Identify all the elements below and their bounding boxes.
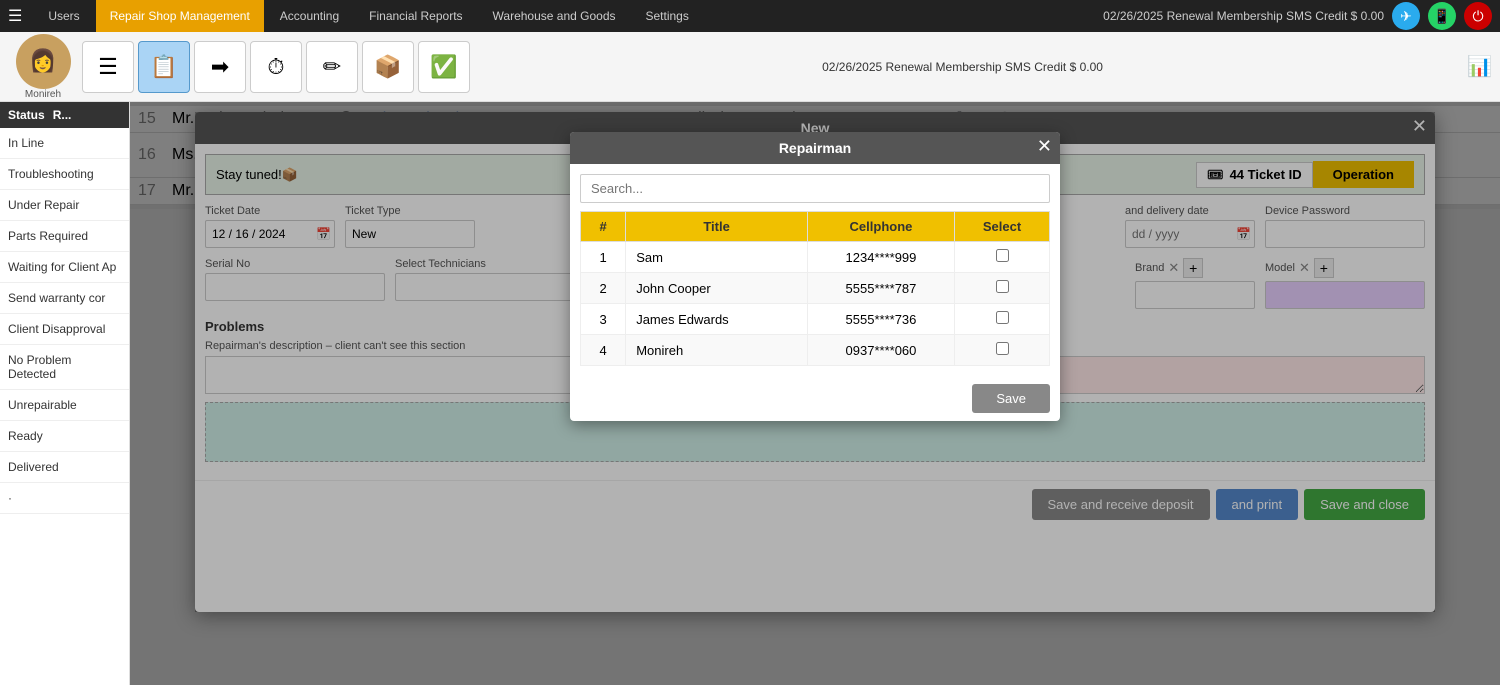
repairman-row-1[interactable]: 1 Sam 1234****999 bbox=[581, 242, 1050, 273]
repairman-select-3[interactable] bbox=[955, 304, 1050, 335]
repairman-dialog-body: # Title Cellphone Select 1 Sam 1234****9… bbox=[570, 164, 1060, 376]
repairman-row-4[interactable]: 4 Monireh 0937****060 bbox=[581, 335, 1050, 366]
sidebar-item-under-repair[interactable]: Under Repair bbox=[0, 190, 129, 221]
main-modal-overlay: New ✕ Stay tuned! 📦 🎟 44 Ticket ID bbox=[130, 102, 1500, 685]
repairman-select-4[interactable] bbox=[955, 335, 1050, 366]
repairman-cell-4: 0937****060 bbox=[807, 335, 954, 366]
repairman-checkbox-3[interactable] bbox=[996, 311, 1009, 324]
repairman-table: # Title Cellphone Select 1 Sam 1234****9… bbox=[580, 211, 1050, 366]
repairman-title-2: John Cooper bbox=[626, 273, 808, 304]
toolbar-btn-0[interactable]: ☰ bbox=[82, 41, 134, 93]
toolbar-btn-1[interactable]: 📋 bbox=[138, 41, 190, 93]
repairman-row-2[interactable]: 2 John Cooper 5555****787 bbox=[581, 273, 1050, 304]
content-area: 15 Mr. Robert Clark 💬 🖨 insert invoice 5… bbox=[130, 102, 1500, 685]
repair-label: R... bbox=[53, 108, 72, 122]
repairman-select-2[interactable] bbox=[955, 273, 1050, 304]
nav-item-settings[interactable]: Settings bbox=[632, 0, 703, 32]
repairman-title-4: Monireh bbox=[626, 335, 808, 366]
repairman-table-head: # Title Cellphone Select bbox=[581, 212, 1050, 242]
sidebar-item-waiting-for-client-ap[interactable]: Waiting for Client Ap bbox=[0, 252, 129, 283]
repairman-cell-2: 5555****787 bbox=[807, 273, 954, 304]
main-area: Status R... In LineTroubleshootingUnder … bbox=[0, 102, 1500, 685]
username-label: Monireh bbox=[25, 89, 61, 100]
nav-items: UsersRepair Shop ManagementAccountingFin… bbox=[34, 0, 703, 32]
sidebar-item-no-problem-detected[interactable]: No Problem Detected bbox=[0, 345, 129, 390]
avatar-wrap: 👩 Monireh bbox=[8, 32, 78, 102]
top-navigation: ☰ UsersRepair Shop ManagementAccountingF… bbox=[0, 0, 1500, 32]
sidebar-item-in-line[interactable]: In Line bbox=[0, 128, 129, 159]
repairman-dialog-close-button[interactable]: ✕ bbox=[1037, 136, 1052, 157]
telegram-icon[interactable]: ✈ bbox=[1392, 2, 1420, 30]
sidebar-item-delivered[interactable]: Delivered bbox=[0, 452, 129, 483]
renewal-text: 02/26/2025 Renewal Membership SMS Credit… bbox=[1103, 9, 1384, 23]
toolbar-renewal: 02/26/2025 Renewal Membership SMS Credit… bbox=[822, 60, 1103, 74]
nav-item-financial-reports[interactable]: Financial Reports bbox=[355, 0, 476, 32]
repairman-title-1: Sam bbox=[626, 242, 808, 273]
repairman-search-input[interactable] bbox=[580, 174, 1050, 203]
repairman-dialog-footer: Save bbox=[570, 376, 1060, 421]
sidebar-item-ready[interactable]: Ready bbox=[0, 421, 129, 452]
repairman-num-4: 4 bbox=[581, 335, 626, 366]
sidebar-item-·[interactable]: · bbox=[0, 483, 129, 514]
sidebar-item-unrepairable[interactable]: Unrepairable bbox=[0, 390, 129, 421]
sidebar-item-troubleshooting[interactable]: Troubleshooting bbox=[0, 159, 129, 190]
toolbar-btn-3[interactable]: ⏱ bbox=[250, 41, 302, 93]
repairman-num-3: 3 bbox=[581, 304, 626, 335]
repairman-table-header-row: # Title Cellphone Select bbox=[581, 212, 1050, 242]
excel-icon[interactable]: 📊 bbox=[1467, 54, 1492, 79]
whatsapp-icon[interactable]: 📱 bbox=[1428, 2, 1456, 30]
toolbar: 👩 Monireh ☰📋➡⏱✏📦✅ 02/26/2025 Renewal Mem… bbox=[0, 32, 1500, 102]
repairman-checkbox-2[interactable] bbox=[996, 280, 1009, 293]
col-title: Title bbox=[626, 212, 808, 242]
sidebar-item-client-disapproval[interactable]: Client Disapproval bbox=[0, 314, 129, 345]
repairman-cell-1: 1234****999 bbox=[807, 242, 954, 273]
toolbar-buttons: ☰📋➡⏱✏📦✅ bbox=[82, 41, 470, 93]
nav-item-users[interactable]: Users bbox=[34, 0, 93, 32]
repairman-save-button[interactable]: Save bbox=[972, 384, 1050, 413]
repairman-row-3[interactable]: 3 James Edwards 5555****736 bbox=[581, 304, 1050, 335]
nav-item-warehouse-and-goods[interactable]: Warehouse and Goods bbox=[479, 0, 630, 32]
sidebar: Status R... In LineTroubleshootingUnder … bbox=[0, 102, 130, 685]
repairman-dialog-title: Repairman bbox=[779, 140, 851, 156]
power-icon[interactable]: ⏻ bbox=[1464, 2, 1492, 30]
repairman-table-body: 1 Sam 1234****999 2 John Cooper 5555****… bbox=[581, 242, 1050, 366]
col-cellphone: Cellphone bbox=[807, 212, 954, 242]
toolbar-btn-4[interactable]: ✏ bbox=[306, 41, 358, 93]
col-num: # bbox=[581, 212, 626, 242]
nav-item-repair-shop-management[interactable]: Repair Shop Management bbox=[96, 0, 264, 32]
repairman-dialog-overlay: Repairman ✕ # Title Cellphone bbox=[195, 112, 1435, 612]
avatar: 👩 bbox=[16, 34, 71, 89]
toolbar-btn-6[interactable]: ✅ bbox=[418, 41, 470, 93]
sidebar-item-send-warranty-cor[interactable]: Send warranty cor bbox=[0, 283, 129, 314]
hamburger-icon[interactable]: ☰ bbox=[8, 6, 22, 26]
toolbar-btn-5[interactable]: 📦 bbox=[362, 41, 414, 93]
repairman-title-3: James Edwards bbox=[626, 304, 808, 335]
repairman-select-1[interactable] bbox=[955, 242, 1050, 273]
main-dialog: New ✕ Stay tuned! 📦 🎟 44 Ticket ID bbox=[195, 112, 1435, 612]
nav-item-accounting[interactable]: Accounting bbox=[266, 0, 353, 32]
repairman-cell-3: 5555****736 bbox=[807, 304, 954, 335]
repairman-dialog-header: Repairman ✕ bbox=[570, 132, 1060, 164]
repairman-checkbox-4[interactable] bbox=[996, 342, 1009, 355]
sidebar-header: Status R... bbox=[0, 102, 129, 128]
repairman-dialog: Repairman ✕ # Title Cellphone bbox=[570, 132, 1060, 421]
sidebar-items: In LineTroubleshootingUnder RepairParts … bbox=[0, 128, 129, 514]
repairman-checkbox-1[interactable] bbox=[996, 249, 1009, 262]
col-select: Select bbox=[955, 212, 1050, 242]
nav-right: 02/26/2025 Renewal Membership SMS Credit… bbox=[1103, 2, 1492, 30]
sidebar-item-parts-required[interactable]: Parts Required bbox=[0, 221, 129, 252]
repairman-num-2: 2 bbox=[581, 273, 626, 304]
repairman-num-1: 1 bbox=[581, 242, 626, 273]
status-label: Status bbox=[8, 108, 45, 122]
toolbar-btn-2[interactable]: ➡ bbox=[194, 41, 246, 93]
